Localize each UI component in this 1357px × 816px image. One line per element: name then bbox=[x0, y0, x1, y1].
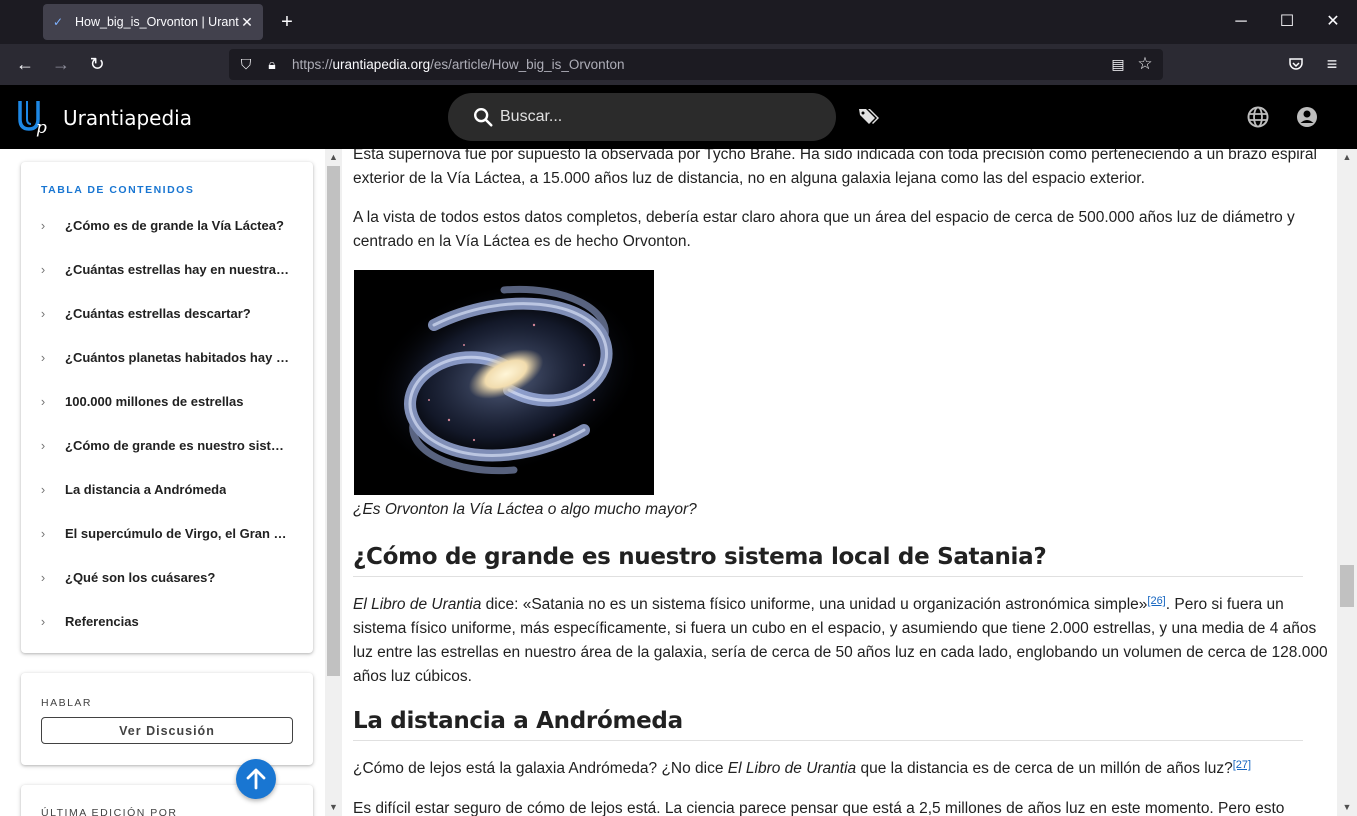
toc-item[interactable]: ›¿Cómo de grande es nuestro sistema loca… bbox=[37, 423, 307, 467]
tab-title: How_big_is_Orvonton | Urantiapedia bbox=[75, 15, 239, 29]
browser-tab-bar: ✓ How_big_is_Orvonton | Urantiapedia ✕ +… bbox=[0, 0, 1357, 44]
pocket-icon[interactable] bbox=[1281, 50, 1311, 78]
page-scrollbar[interactable] bbox=[1337, 149, 1357, 816]
browser-toolbar: ← → ↻ ⛉ 🔒︎ https://urantiapedia.org/es/a… bbox=[0, 44, 1357, 85]
scroll-down-arrow-icon[interactable]: ▼ bbox=[325, 799, 342, 815]
paragraph: El Libro de Urantia dice: «Satania no es… bbox=[353, 595, 1328, 685]
address-bar[interactable]: ⛉ 🔒︎ https://urantiapedia.org/es/article… bbox=[229, 49, 1163, 80]
site-favicon-icon: ✓ bbox=[53, 15, 64, 29]
arrow-up-icon bbox=[246, 768, 266, 790]
lock-icon[interactable]: 🔒︎ bbox=[263, 55, 281, 73]
chevron-right-icon: › bbox=[40, 217, 46, 233]
toc-item[interactable]: ›¿Cuántos planetas habitados hay en nues… bbox=[37, 335, 307, 379]
reload-icon[interactable]: ↻ bbox=[82, 50, 112, 78]
last-edit-title: ÚLTIMA EDICIÓN POR bbox=[41, 807, 178, 816]
toc-title: TABLA DE CONTENIDOS bbox=[41, 184, 195, 196]
chevron-right-icon: › bbox=[40, 393, 46, 409]
hamburger-menu-icon[interactable]: ≡ bbox=[1317, 50, 1347, 78]
chevron-right-icon: › bbox=[40, 569, 46, 585]
chevron-right-icon: › bbox=[40, 349, 46, 365]
reader-view-icon[interactable]: ▤ bbox=[1109, 55, 1127, 73]
search-input[interactable] bbox=[500, 106, 800, 128]
star-icon[interactable]: ☆ bbox=[1135, 54, 1155, 74]
urantiapedia-logo[interactable]: p bbox=[16, 97, 52, 137]
galaxy-image[interactable] bbox=[354, 270, 654, 495]
toc-item[interactable]: › Referencias bbox=[37, 599, 307, 643]
toc-item[interactable]: › ¿Cómo es de grande la Vía Láctea? bbox=[37, 203, 307, 247]
site-header: p Urantiapedia bbox=[0, 85, 1357, 149]
image-caption: ¿Es Orvonton la Vía Láctea o algo mucho … bbox=[353, 501, 697, 518]
paragraph: Es difícil estar seguro de cómo de lejos… bbox=[353, 800, 1285, 816]
browser-tab[interactable]: ✓ How_big_is_Orvonton | Urantiapedia ✕ bbox=[43, 4, 263, 40]
tab-close-icon[interactable]: ✕ bbox=[239, 14, 255, 31]
chevron-right-icon: › bbox=[40, 481, 46, 497]
scroll-down-arrow-icon[interactable]: ▼ bbox=[1337, 799, 1357, 815]
chevron-right-icon: › bbox=[40, 525, 46, 541]
scroll-to-top-button[interactable] bbox=[236, 759, 276, 799]
sidebar-scrollbar-thumb[interactable] bbox=[327, 166, 340, 676]
scroll-up-arrow-icon[interactable]: ▲ bbox=[1337, 149, 1357, 165]
chevron-right-icon: › bbox=[40, 261, 46, 277]
search-icon bbox=[474, 108, 493, 127]
reference-link[interactable]: [27] bbox=[1233, 759, 1251, 771]
paragraph: Esta supernova fue por supuesto la obser… bbox=[353, 149, 1317, 187]
arrow-right-icon[interactable]: → bbox=[46, 50, 76, 78]
chevron-right-icon: › bbox=[40, 613, 46, 629]
page-scrollbar-thumb[interactable] bbox=[1340, 565, 1354, 607]
chevron-right-icon: › bbox=[40, 305, 46, 321]
minimize-icon[interactable]: ─ bbox=[1226, 8, 1256, 36]
account-icon[interactable] bbox=[1295, 105, 1319, 129]
globe-icon[interactable] bbox=[1246, 105, 1270, 129]
shield-icon[interactable]: ⛉ bbox=[237, 55, 255, 73]
talk-title: HABLAR bbox=[41, 697, 93, 709]
reference-link[interactable]: [26] bbox=[1147, 595, 1165, 607]
book-title: El Libro de Urantia bbox=[353, 596, 482, 613]
site-name[interactable]: Urantiapedia bbox=[63, 106, 192, 130]
plus-icon[interactable]: + bbox=[276, 10, 298, 34]
section-heading: ¿Cómo de grande es nuestro sistema local… bbox=[353, 544, 1303, 577]
toc-item[interactable]: › La distancia a Andrómeda bbox=[37, 467, 307, 511]
book-title: El Libro de Urantia bbox=[727, 760, 857, 777]
section-heading: La distancia a Andrómeda bbox=[353, 708, 1303, 741]
chevron-right-icon: › bbox=[40, 437, 46, 453]
paragraph: A la vista de todos estos datos completo… bbox=[353, 209, 1295, 250]
article-content: Esta supernova fue por supuesto la obser… bbox=[342, 149, 1337, 816]
toc-item[interactable]: › El supercúmulo de Virgo, el Gran Muro bbox=[37, 511, 307, 555]
talk-card: HABLAR Ver Discusión bbox=[21, 673, 313, 765]
url-text[interactable]: https://urantiapedia.org/es/article/How_… bbox=[292, 57, 624, 72]
view-discussion-button[interactable]: Ver Discusión bbox=[41, 717, 293, 744]
toc-item[interactable]: ›¿Cuántas estrellas hay en nuestra galax… bbox=[37, 247, 307, 291]
search-box[interactable] bbox=[448, 93, 836, 141]
toc-item[interactable]: › ¿Cuántas estrellas descartar? bbox=[37, 291, 307, 335]
maximize-icon[interactable]: ☐ bbox=[1272, 8, 1302, 36]
svg-text:p: p bbox=[36, 118, 47, 137]
tag-icon[interactable] bbox=[856, 105, 880, 129]
scroll-up-arrow-icon[interactable]: ▲ bbox=[325, 149, 342, 165]
milky-way-illustration bbox=[368, 279, 644, 477]
close-icon[interactable]: ✕ bbox=[1318, 8, 1348, 36]
toc-item[interactable]: › ¿Qué son los cuásares? bbox=[37, 555, 307, 599]
arrow-left-icon[interactable]: ← bbox=[10, 50, 40, 78]
toc-item[interactable]: › 100.000 millones de estrellas bbox=[37, 379, 307, 423]
paragraph: ¿Cómo de lejos está la galaxia Andrómeda… bbox=[353, 759, 1252, 777]
table-of-contents-card: TABLA DE CONTENIDOS › ¿Cómo es de grande … bbox=[21, 162, 313, 653]
